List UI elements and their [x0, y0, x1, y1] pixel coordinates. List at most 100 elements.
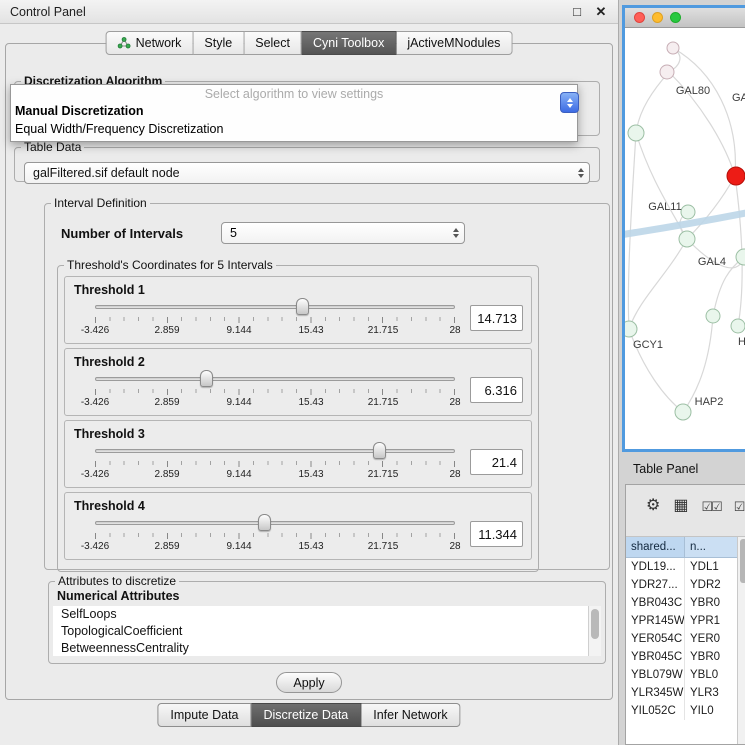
- float-panel-icon[interactable]: □: [570, 4, 584, 20]
- function-builder-icon[interactable]: ☑: [734, 500, 744, 513]
- tab-cyni-toolbox[interactable]: Cyni Toolbox: [302, 31, 396, 55]
- network-node[interactable]: [679, 231, 695, 247]
- tab-style[interactable]: Style: [193, 31, 244, 55]
- interval-definition-title: Interval Definition: [51, 196, 150, 210]
- tab-network[interactable]: Network: [106, 31, 194, 55]
- attributes-scrollbar[interactable]: [588, 606, 601, 656]
- cell-name: YDR2: [685, 576, 737, 594]
- cell-name: YBR0: [685, 648, 737, 666]
- network-node-label: GAL11: [648, 201, 681, 213]
- list-item[interactable]: SelfLoops: [53, 606, 601, 623]
- tab-infer-network[interactable]: Infer Network: [361, 703, 460, 727]
- network-node[interactable]: [667, 42, 679, 54]
- table-scrollbar[interactable]: [737, 537, 745, 744]
- scale-label: 2.859: [154, 469, 179, 480]
- combo-up-arrow-icon: [567, 98, 573, 102]
- number-of-intervals-combo[interactable]: 5: [221, 222, 465, 244]
- tab-discretize-data[interactable]: Discretize Data: [252, 703, 362, 727]
- tab-jactivemnodules[interactable]: jActiveMNodules: [396, 31, 512, 55]
- scrollbar-thumb[interactable]: [740, 539, 745, 583]
- network-node[interactable]: [675, 404, 691, 420]
- tab-network-label: Network: [136, 36, 182, 50]
- select-columns-icon[interactable]: ☑☑: [701, 500, 720, 513]
- threshold-2-slider[interactable]: -3.426 2.859 9.144 15.43 21.715 28: [95, 370, 455, 410]
- control-panel-tabs: Network Style Select Cyni Toolbox jActiv…: [106, 31, 513, 55]
- scale-label: 21.715: [368, 325, 399, 336]
- node-table: shared... n... YDL19...YDL1 YDR27...YDR2…: [626, 537, 737, 744]
- zoom-window-icon[interactable]: [670, 12, 681, 23]
- thresholds-group-title: Threshold's Coordinates for 5 Intervals: [64, 258, 276, 272]
- table-row[interactable]: YLR345WYLR3: [626, 684, 737, 702]
- threshold-2-value[interactable]: 6.316: [470, 377, 523, 403]
- close-window-icon[interactable]: [634, 12, 645, 23]
- tab-infer-network-label: Infer Network: [373, 708, 447, 722]
- gear-icon[interactable]: ⚙: [646, 498, 660, 514]
- column-header-shared-name[interactable]: shared...: [626, 537, 685, 557]
- close-panel-icon[interactable]: ✕: [594, 4, 608, 20]
- network-window-titlebar[interactable]: [625, 8, 745, 28]
- tab-select[interactable]: Select: [244, 31, 302, 55]
- list-item[interactable]: BetweennessCentrality: [53, 640, 601, 656]
- table-row[interactable]: YPR145WYPR1: [626, 612, 737, 630]
- screen: Control Panel □ ✕ Network Style Select C…: [0, 0, 745, 745]
- table-row[interactable]: YDR27...YDR2: [626, 576, 737, 594]
- table-panel-toolbar: ⚙ ▦ ☑☑ ☑: [626, 485, 745, 537]
- table-data-group: Table Data galFiltered.sif default node: [14, 140, 600, 182]
- scale-label: 28: [449, 469, 460, 480]
- threshold-4-value[interactable]: 11.344: [470, 521, 523, 547]
- scale-label: 15.43: [298, 469, 323, 480]
- network-node[interactable]: [628, 125, 644, 141]
- column-header-name[interactable]: n...: [685, 537, 737, 557]
- algorithm-option-equal-width-frequency[interactable]: Equal Width/Frequency Discretization: [11, 120, 577, 138]
- threshold-1-slider[interactable]: -3.426 2.859 9.144 15.43 21.715 28: [95, 298, 455, 338]
- slider-track: [95, 449, 455, 453]
- threshold-4-panel: Threshold 4 -3.426 2.859 9.144 1: [64, 492, 532, 560]
- cell-shared-name: YBR045C: [626, 648, 685, 666]
- threshold-3-slider[interactable]: -3.426 2.859 9.144 15.43 21.715 28: [95, 442, 455, 482]
- selected-network-node[interactable]: [727, 167, 745, 185]
- table-row[interactable]: YDL19...YDL1: [626, 558, 737, 576]
- slider-thumb[interactable]: [200, 370, 213, 387]
- network-node[interactable]: [706, 309, 720, 323]
- algorithm-option-manual-discretization[interactable]: Manual Discretization: [11, 102, 577, 120]
- combo-arrows-icon: [578, 163, 584, 183]
- tab-impute-data[interactable]: Impute Data: [157, 703, 251, 727]
- attributes-group: Attributes to discretize Numerical Attri…: [48, 574, 606, 664]
- scrollbar-thumb[interactable]: [591, 609, 599, 639]
- table-row[interactable]: YBR045CYBR0: [626, 648, 737, 666]
- network-canvas[interactable]: GAL80 GA GAL11 GAL4 GCY1 H HAP2: [625, 28, 745, 449]
- slider-thumb[interactable]: [373, 442, 386, 459]
- scale-label: 15.43: [298, 325, 323, 336]
- list-item[interactable]: TopologicalCoefficient: [53, 623, 601, 640]
- titlebar-buttons: □ ✕: [570, 4, 608, 20]
- slider-thumb[interactable]: [296, 298, 309, 315]
- minimize-window-icon[interactable]: [652, 12, 663, 23]
- slider-thumb[interactable]: [258, 514, 271, 531]
- cell-shared-name: YER054C: [626, 630, 685, 648]
- network-node[interactable]: [681, 205, 695, 219]
- control-panel-title: Control Panel: [10, 5, 86, 19]
- interval-definition-group: Interval Definition Number of Intervals …: [44, 196, 610, 570]
- table-row[interactable]: YER054CYER0: [626, 630, 737, 648]
- threshold-1-value[interactable]: 14.713: [470, 305, 523, 331]
- network-node[interactable]: [731, 319, 745, 333]
- column-display-icon[interactable]: ▦: [673, 498, 688, 514]
- slider-major-ticks: [95, 317, 455, 323]
- table-row[interactable]: YIL052CYIL0: [626, 702, 737, 720]
- tab-cyni-toolbox-label: Cyni Toolbox: [313, 36, 384, 50]
- cell-name: YBL0: [685, 666, 737, 684]
- table-row[interactable]: YBR043CYBR0: [626, 594, 737, 612]
- cell-name: YLR3: [685, 684, 737, 702]
- table-row[interactable]: YBL079WYBL0: [626, 666, 737, 684]
- algorithm-combo-button[interactable]: [560, 92, 579, 113]
- threshold-4-label: Threshold 4: [65, 493, 531, 513]
- network-node[interactable]: [625, 321, 637, 337]
- thresholds-group: Threshold's Coordinates for 5 Intervals …: [57, 258, 539, 572]
- numerical-attributes-label: Numerical Attributes: [49, 588, 605, 606]
- table-data-combo[interactable]: galFiltered.sif default node: [24, 162, 590, 184]
- network-node[interactable]: [660, 65, 674, 79]
- threshold-4-slider[interactable]: -3.426 2.859 9.144 15.43 21.715 28: [95, 514, 455, 554]
- apply-button[interactable]: Apply: [276, 672, 342, 693]
- threshold-3-value[interactable]: 21.4: [470, 449, 523, 475]
- slider-scale: -3.426 2.859 9.144 15.43 21.715 28: [95, 469, 455, 481]
